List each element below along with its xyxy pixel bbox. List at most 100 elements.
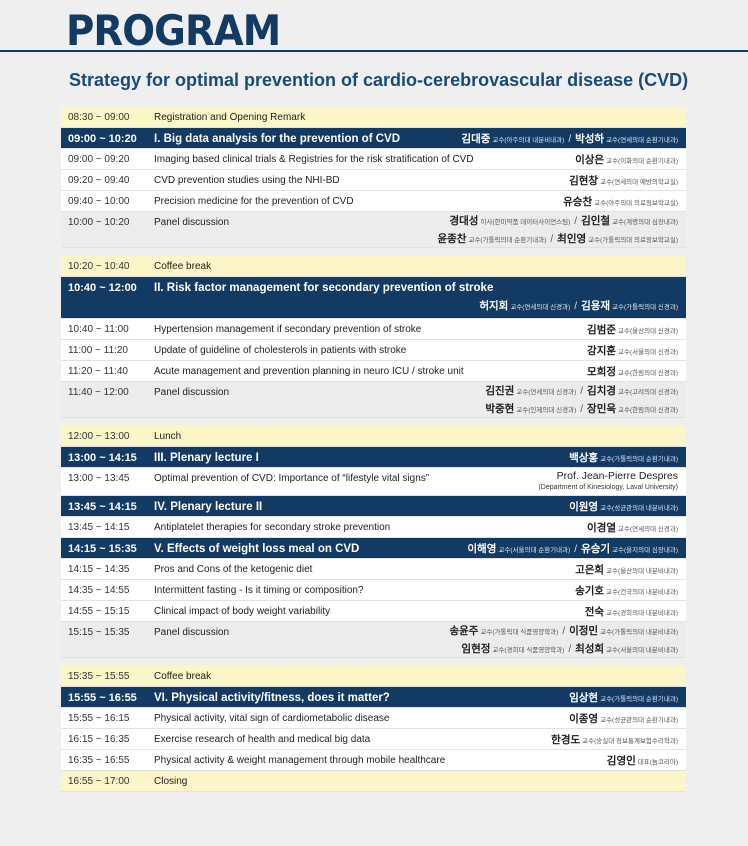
program-table: 08:30 ~ 09:00 Registration and Opening Re… xyxy=(61,107,686,792)
time-slot: 13:00 ~ 13:45 xyxy=(68,473,130,484)
speaker-line: 허지회 교수(연세의대 신경과) / 김용재 교수(가톨릭의대 신경과) xyxy=(479,298,678,316)
speaker-block: 송윤주 교수(가톨릭대 식품영양학과) / 이정민 교수(가톨릭의대 내분비내과) 임현정… xyxy=(449,623,678,659)
program-row: 15:55 ~ 16:15 Physical activity, vital si… xyxy=(61,708,686,729)
speaker-affiliation: 교수(가톨릭의대 내분비내과) xyxy=(600,629,678,636)
talk-title: Coffee break xyxy=(154,261,212,272)
speaker-name: 이원영 xyxy=(569,501,599,513)
speaker-line: 한경도 교수(숭실대 정보통계보험수리학과) xyxy=(551,732,678,750)
talk-title: Intermittent fasting - Is it timing or c… xyxy=(154,585,364,596)
speaker-name: 이경열 xyxy=(587,522,617,534)
speaker-affiliation: 대표(눔코리아) xyxy=(637,759,678,766)
speaker-block: 이경열 교수(연세의대 신경과) xyxy=(587,520,678,538)
speaker-line: 임상현 교수(가톨릭의대 순환기내과) xyxy=(569,690,678,708)
row-spacer xyxy=(61,418,686,426)
speaker-line: 송윤주 교수(가톨릭대 식품영양학과) / 이정민 교수(가톨릭의대 내분비내과) xyxy=(449,623,678,641)
name-separator: / xyxy=(568,134,572,145)
time-slot: 13:45 ~ 14:15 xyxy=(68,501,137,513)
speaker-name: 모희정 xyxy=(587,366,617,378)
program-row: 08:30 ~ 09:00 Registration and Opening Re… xyxy=(61,107,686,128)
speaker-name: 윤종찬 xyxy=(437,233,467,245)
speaker-name: 김진권 xyxy=(485,385,515,397)
speaker-name: 김용재 xyxy=(581,300,611,312)
program-row: 13:45 ~ 14:15 Antiplatelet therapies for … xyxy=(61,517,686,538)
speaker-line: 김대중 교수(아주의대 내분비내과) / 박성하 교수(연세의대 순환기내과) xyxy=(461,131,678,149)
speaker-name: 송기호 xyxy=(575,585,605,597)
speaker-block: 유승찬 교수(아주의대 의료정보학교실) xyxy=(563,194,678,212)
speaker-line: 전숙 교수(경희의대 내분비내과) xyxy=(585,604,678,622)
speaker-name: 이종영 xyxy=(569,713,599,725)
time-slot: 09:20 ~ 09:40 xyxy=(68,175,130,186)
speaker-block: 김대중 교수(아주의대 내분비내과) / 박성하 교수(연세의대 순환기내과) xyxy=(461,131,678,149)
speaker-name: 최성희 xyxy=(575,643,605,655)
speaker-affiliation: 교수(가톨릭의대 순환기내과) xyxy=(600,456,678,463)
talk-title: Coffee break xyxy=(154,671,212,682)
talk-title: Pros and Cons of the ketogenic diet xyxy=(154,564,313,575)
session-header-row: 10:40 ~ 12:00 II. Risk factor management … xyxy=(61,277,686,319)
program-row: 10:00 ~ 10:20 Panel discussion 경대성 이사(한미약품 … xyxy=(61,212,686,248)
row-spacer xyxy=(61,658,686,666)
speaker-block: Prof. Jean-Pierre Despres (Department of … xyxy=(538,471,678,493)
speaker-block: 백상홍 교수(가톨릭의대 순환기내과) xyxy=(569,450,678,468)
speaker-line: 박중현 교수(인제의대 신경과) / 장민욱 교수(한림의대 신경과) xyxy=(485,401,678,419)
program-row: 14:15 ~ 14:35 Pros and Cons of the ketoge… xyxy=(61,559,686,580)
speaker-affiliation: 교수(한림의대 신경과) xyxy=(618,407,678,414)
speaker-name: 김인철 xyxy=(581,215,611,227)
program-row: 12:00 ~ 13:00 Lunch xyxy=(61,426,686,447)
speaker-affiliation: 교수(숭실대 정보통계보험수리학과) xyxy=(582,738,678,745)
speaker-name: 김현창 xyxy=(569,175,599,187)
speaker-name: 전숙 xyxy=(584,606,605,618)
speaker-name: 한경도 xyxy=(551,734,581,746)
speaker-line: 임현정 교수(경희대 식품영양학과) / 최성희 교수(서울의대 내분비내과) xyxy=(449,641,678,659)
speaker-affiliation: 교수(이화의대 순환기내과) xyxy=(606,158,678,165)
speaker-line: 이경열 교수(연세의대 신경과) xyxy=(587,520,678,538)
speaker-block: 고은희 교수(울산의대 내분비내과) xyxy=(575,562,678,580)
time-slot: 11:20 ~ 11:40 xyxy=(68,366,128,377)
speaker-line: 김범준 교수(울산의대 신경과) xyxy=(587,322,678,340)
time-slot: 14:15 ~ 14:35 xyxy=(68,564,130,575)
speaker-block: 임상현 교수(가톨릭의대 순환기내과) xyxy=(569,690,678,708)
speaker-name: 임상현 xyxy=(569,692,599,704)
name-separator: / xyxy=(574,301,578,312)
talk-title: Lunch xyxy=(154,431,182,442)
speaker-line: 김현창 교수(연세의대 예방의학교실) xyxy=(569,173,678,191)
program-row: 13:00 ~ 13:45 Optimal prevention of CVD: … xyxy=(61,468,686,496)
program-row: 09:00 ~ 09:20 Imaging based clinical tria… xyxy=(61,149,686,170)
speaker-affiliation: 교수(울산의대 신경과) xyxy=(618,328,678,335)
name-separator: / xyxy=(550,234,554,245)
page-subtitle: Strategy for optimal prevention of cardi… xyxy=(69,70,689,90)
time-slot: 16:15 ~ 16:35 xyxy=(68,734,130,745)
page-title: PROGRAM xyxy=(66,6,281,55)
session-header-row: 14:15 ~ 15:35 V. Effects of weight loss m… xyxy=(61,538,686,559)
speaker-name: 박성하 xyxy=(575,133,605,145)
speaker-affiliation: 교수(고려의대 신경과) xyxy=(618,389,678,396)
session-title: V. Effects of weight loss meal on CVD xyxy=(154,543,360,555)
speaker-name: 송윤주 xyxy=(449,625,479,637)
session-title: VI. Physical activity/fitness, does it m… xyxy=(154,692,390,704)
program-row: 16:15 ~ 16:35 Exercise research of health… xyxy=(61,729,686,750)
time-slot: 09:00 ~ 09:20 xyxy=(68,154,130,165)
speaker-affiliation: 교수(연세의대 신경과) xyxy=(516,389,577,396)
speaker-name: 경대성 xyxy=(449,215,479,227)
speaker-line: 이상은 교수(이화의대 순환기내과) xyxy=(575,152,678,170)
speaker-block: 경대성 이사(한미약품 데이터사이언스팀) / 김인철 교수(계명의대 심장내과) 윤종찬… xyxy=(437,213,678,249)
speaker-name: 임현정 xyxy=(461,643,491,655)
speaker-line: 윤종찬 교수(가톨릭의대 순환기내과) / 최인영 교수(가톨릭의대 의료정보학교실) xyxy=(437,231,678,249)
time-slot: 15:55 ~ 16:15 xyxy=(68,713,130,724)
speaker-name: 김범준 xyxy=(587,324,617,336)
speaker-affiliation: 교수(경희의대 내분비내과) xyxy=(606,610,678,617)
speaker-block: 강지훈 교수(서울의대 신경과) xyxy=(587,343,678,361)
speaker-name: 유승기 xyxy=(581,543,611,555)
speaker-block: 이해영 교수(서울의대 순환기내과) / 유승기 교수(을지의대 심장내과) xyxy=(467,541,678,559)
talk-title: Optimal prevention of CVD: Importance of… xyxy=(154,473,430,484)
time-slot: 14:35 ~ 14:55 xyxy=(68,585,130,596)
speaker-name: 김대중 xyxy=(461,133,491,145)
speaker-name: 백상홍 xyxy=(569,452,599,464)
talk-title: Update of guideline of cholesterols in p… xyxy=(154,345,407,356)
talk-title: CVD prevention studies using the NHI-BD xyxy=(154,175,340,186)
talk-title: Physical activity, vital sign of cardiom… xyxy=(154,713,390,724)
speaker-affiliation: 교수(아주의대 내분비내과) xyxy=(492,137,565,144)
time-slot: 13:00 ~ 14:15 xyxy=(68,452,137,464)
talk-title: Imaging based clinical trials & Registri… xyxy=(154,154,474,165)
speaker-affiliation: 교수(계명의대 심장내과) xyxy=(612,219,678,226)
speaker-block: 김진권 교수(연세의대 신경과) / 김치경 교수(고려의대 신경과) 박중현 교수(인제의… xyxy=(485,383,678,419)
